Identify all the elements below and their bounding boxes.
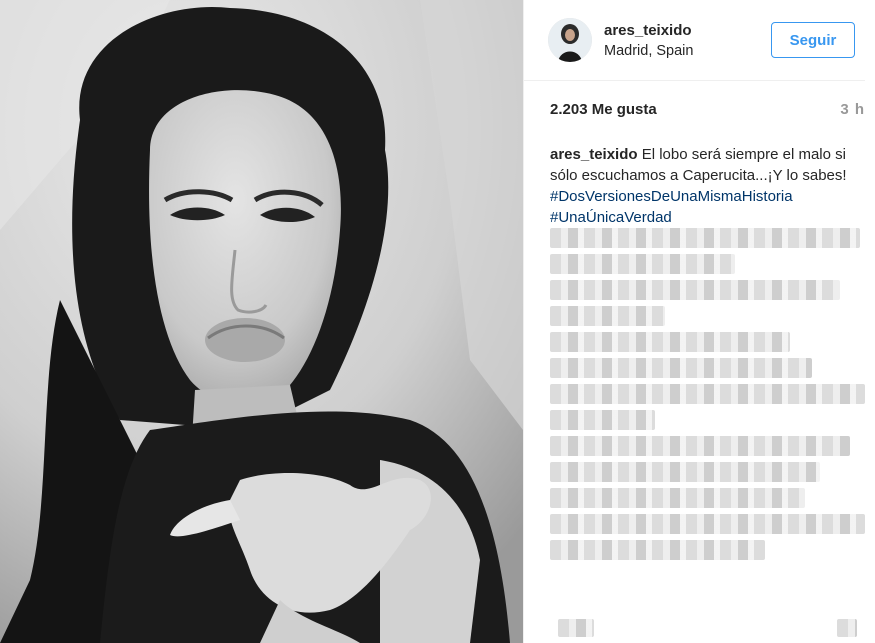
likes-count[interactable]: 2.203 Me gusta <box>550 101 657 118</box>
follow-button[interactable]: Seguir <box>771 22 855 58</box>
avatar[interactable] <box>548 18 592 62</box>
post-location[interactable]: Madrid, Spain <box>604 43 771 59</box>
instagram-post: ares_teixido Madrid, Spain Seguir 2.203 … <box>0 0 875 643</box>
blurred-comments <box>550 228 870 628</box>
blurred-comment <box>550 462 820 482</box>
hashtag[interactable]: #DosVersionesDeUnaMismaHistoria <box>550 186 870 207</box>
hashtag[interactable]: #UnaÚnicaVerdad <box>550 207 870 228</box>
blurred-comment <box>550 332 790 352</box>
author-info: ares_teixido Madrid, Spain <box>604 22 771 59</box>
blurred-comment <box>550 254 735 274</box>
caption-username[interactable]: ares_teixido <box>550 146 638 163</box>
post-photo[interactable] <box>0 0 523 643</box>
post-header: ares_teixido Madrid, Spain Seguir <box>524 0 865 81</box>
blurred-comment <box>550 514 865 534</box>
blurred-comment <box>550 228 860 248</box>
blurred-comment <box>550 358 812 378</box>
likes-row: 2.203 Me gusta 3 h <box>550 101 865 118</box>
caption: ares_teixido El lobo será siempre el mal… <box>550 144 870 228</box>
blurred-comment <box>550 384 865 404</box>
post-time[interactable]: 3 h <box>840 101 865 118</box>
post-sidebar: ares_teixido Madrid, Spain Seguir 2.203 … <box>523 0 875 643</box>
blurred-comment <box>550 410 655 430</box>
blurred-comment <box>550 306 665 326</box>
post-actions <box>550 611 865 643</box>
blurred-comment <box>550 280 840 300</box>
blurred-comment <box>550 488 805 508</box>
blurred-comment <box>550 436 850 456</box>
more-options-icon[interactable] <box>837 619 857 637</box>
heart-icon[interactable] <box>558 619 594 637</box>
author-username[interactable]: ares_teixido <box>604 22 771 39</box>
blurred-comment <box>550 540 765 560</box>
